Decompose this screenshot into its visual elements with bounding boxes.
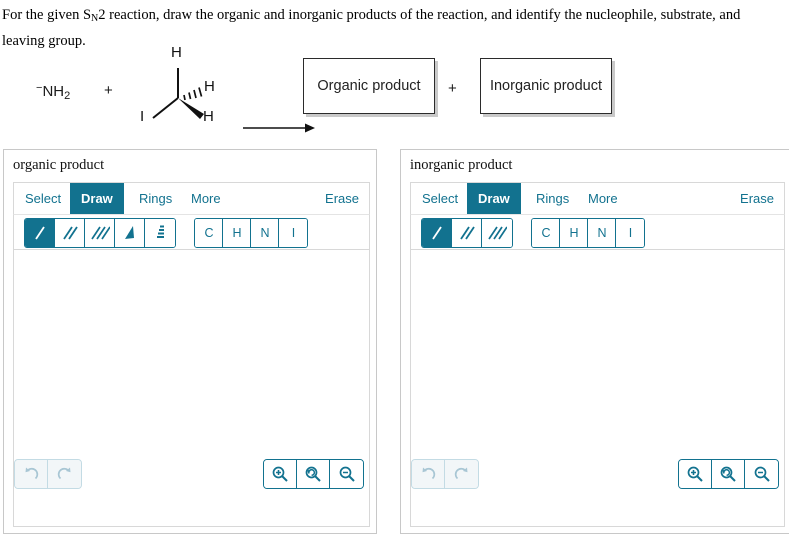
double-bond-tool[interactable] <box>55 219 85 247</box>
redo-button[interactable] <box>48 460 81 488</box>
element-button-i[interactable]: I <box>616 219 645 247</box>
organic-zoom-group <box>263 459 364 489</box>
substrate-svg <box>152 68 204 119</box>
undo-icon <box>25 467 39 480</box>
hash-bond-icon <box>157 225 164 238</box>
zoom-in-button[interactable] <box>679 460 712 488</box>
undo-button[interactable] <box>412 460 445 488</box>
organic-product-panel: organic product Select Draw Rings More E… <box>3 149 377 534</box>
substrate-atom-wedge: H <box>203 108 214 125</box>
organic-panel-title: organic product <box>13 157 105 173</box>
tab-select[interactable]: Select <box>411 183 469 215</box>
triple-bond-icon <box>90 226 110 240</box>
inorganic-undo-redo-group <box>411 459 479 489</box>
inorganic-product-box: Inorganic product <box>480 58 612 114</box>
plus-sign-second: + <box>448 80 457 97</box>
undo-button[interactable] <box>15 460 48 488</box>
substrate-structure: H H H I <box>140 44 240 132</box>
element-button-h[interactable]: H <box>560 219 589 247</box>
redo-icon <box>454 467 467 480</box>
element-button-group: C H N I <box>531 218 646 248</box>
inorganic-editor-toolbar: C H N I <box>410 214 785 250</box>
tab-draw[interactable]: Draw <box>70 183 124 215</box>
element-button-i[interactable]: I <box>279 219 308 247</box>
substrate-atom-hash: H <box>204 78 215 95</box>
nucleophile-subscript: 2 <box>64 90 71 102</box>
reaction-arrow-icon <box>243 123 315 133</box>
tab-draw[interactable]: Draw <box>467 183 521 215</box>
element-button-group: C H N I <box>194 218 309 248</box>
erase-button[interactable]: Erase <box>325 183 359 215</box>
tab-rings[interactable]: Rings <box>525 183 580 215</box>
zoom-out-button[interactable] <box>330 460 363 488</box>
erase-button[interactable]: Erase <box>740 183 774 215</box>
organic-undo-redo-group <box>14 459 82 489</box>
single-bond-tool[interactable] <box>422 219 452 247</box>
element-button-h[interactable]: H <box>223 219 252 247</box>
hash-bond-tool[interactable] <box>145 219 175 247</box>
double-bond-tool[interactable] <box>452 219 482 247</box>
element-button-c[interactable]: C <box>195 219 224 247</box>
undo-icon <box>422 467 436 480</box>
organic-product-box-label: Organic product <box>317 78 421 94</box>
zoom-reset-button[interactable] <box>297 460 330 488</box>
triple-bond-icon <box>488 226 507 240</box>
reaction-scheme: −NH2 + H H H I Organic product + Inorgan… <box>0 44 789 139</box>
prompt-part-2: 2 reaction, draw the organic and inorgan… <box>2 7 741 49</box>
prompt-part-1: For the given S <box>2 7 92 23</box>
organic-editor-tabbar: Select Draw Rings More Erase <box>13 182 370 215</box>
double-bond-icon <box>62 226 78 240</box>
zoom-out-icon <box>754 466 770 482</box>
single-bond-icon <box>431 226 442 240</box>
inorganic-product-panel: inorganic product Select Draw Rings More… <box>400 149 789 534</box>
tab-select[interactable]: Select <box>14 183 72 215</box>
nucleophile-label: −NH2 <box>36 82 70 102</box>
inorganic-zoom-group <box>678 459 779 489</box>
double-bond-icon <box>459 226 475 240</box>
tab-rings[interactable]: Rings <box>128 183 183 215</box>
wedge-bond-tool[interactable] <box>115 219 145 247</box>
bond-tool-group <box>421 218 513 248</box>
single-bond-tool[interactable] <box>25 219 55 247</box>
zoom-out-button[interactable] <box>745 460 778 488</box>
zoom-in-button[interactable] <box>264 460 297 488</box>
inorganic-editor-tabbar: Select Draw Rings More Erase <box>410 182 785 215</box>
substrate-leaving-group: I <box>140 108 145 125</box>
redo-icon <box>57 467 70 480</box>
zoom-out-icon <box>339 466 355 482</box>
triple-bond-tool[interactable] <box>482 219 512 247</box>
zoom-reset-icon <box>720 466 736 482</box>
organic-product-box: Organic product <box>303 58 435 114</box>
element-button-c[interactable]: C <box>532 219 561 247</box>
zoom-in-icon <box>272 466 288 482</box>
nucleophile-formula: NH <box>42 83 65 100</box>
substrate-atom-top: H <box>171 44 182 61</box>
inorganic-product-box-label: Inorganic product <box>489 78 603 94</box>
zoom-reset-button[interactable] <box>712 460 745 488</box>
tab-more[interactable]: More <box>577 183 629 215</box>
triple-bond-tool[interactable] <box>85 219 115 247</box>
plus-sign-first: + <box>104 82 113 99</box>
element-button-n[interactable]: N <box>251 219 280 247</box>
zoom-in-icon <box>687 466 703 482</box>
redo-button[interactable] <box>445 460 478 488</box>
single-bond-icon <box>34 226 45 240</box>
zoom-reset-icon <box>305 466 321 482</box>
bond-tool-group <box>24 218 176 248</box>
inorganic-panel-title: inorganic product <box>410 157 513 173</box>
wedge-bond-icon <box>124 226 134 239</box>
element-button-n[interactable]: N <box>588 219 617 247</box>
tab-more[interactable]: More <box>180 183 232 215</box>
organic-editor-toolbar: C H N I <box>13 214 370 250</box>
